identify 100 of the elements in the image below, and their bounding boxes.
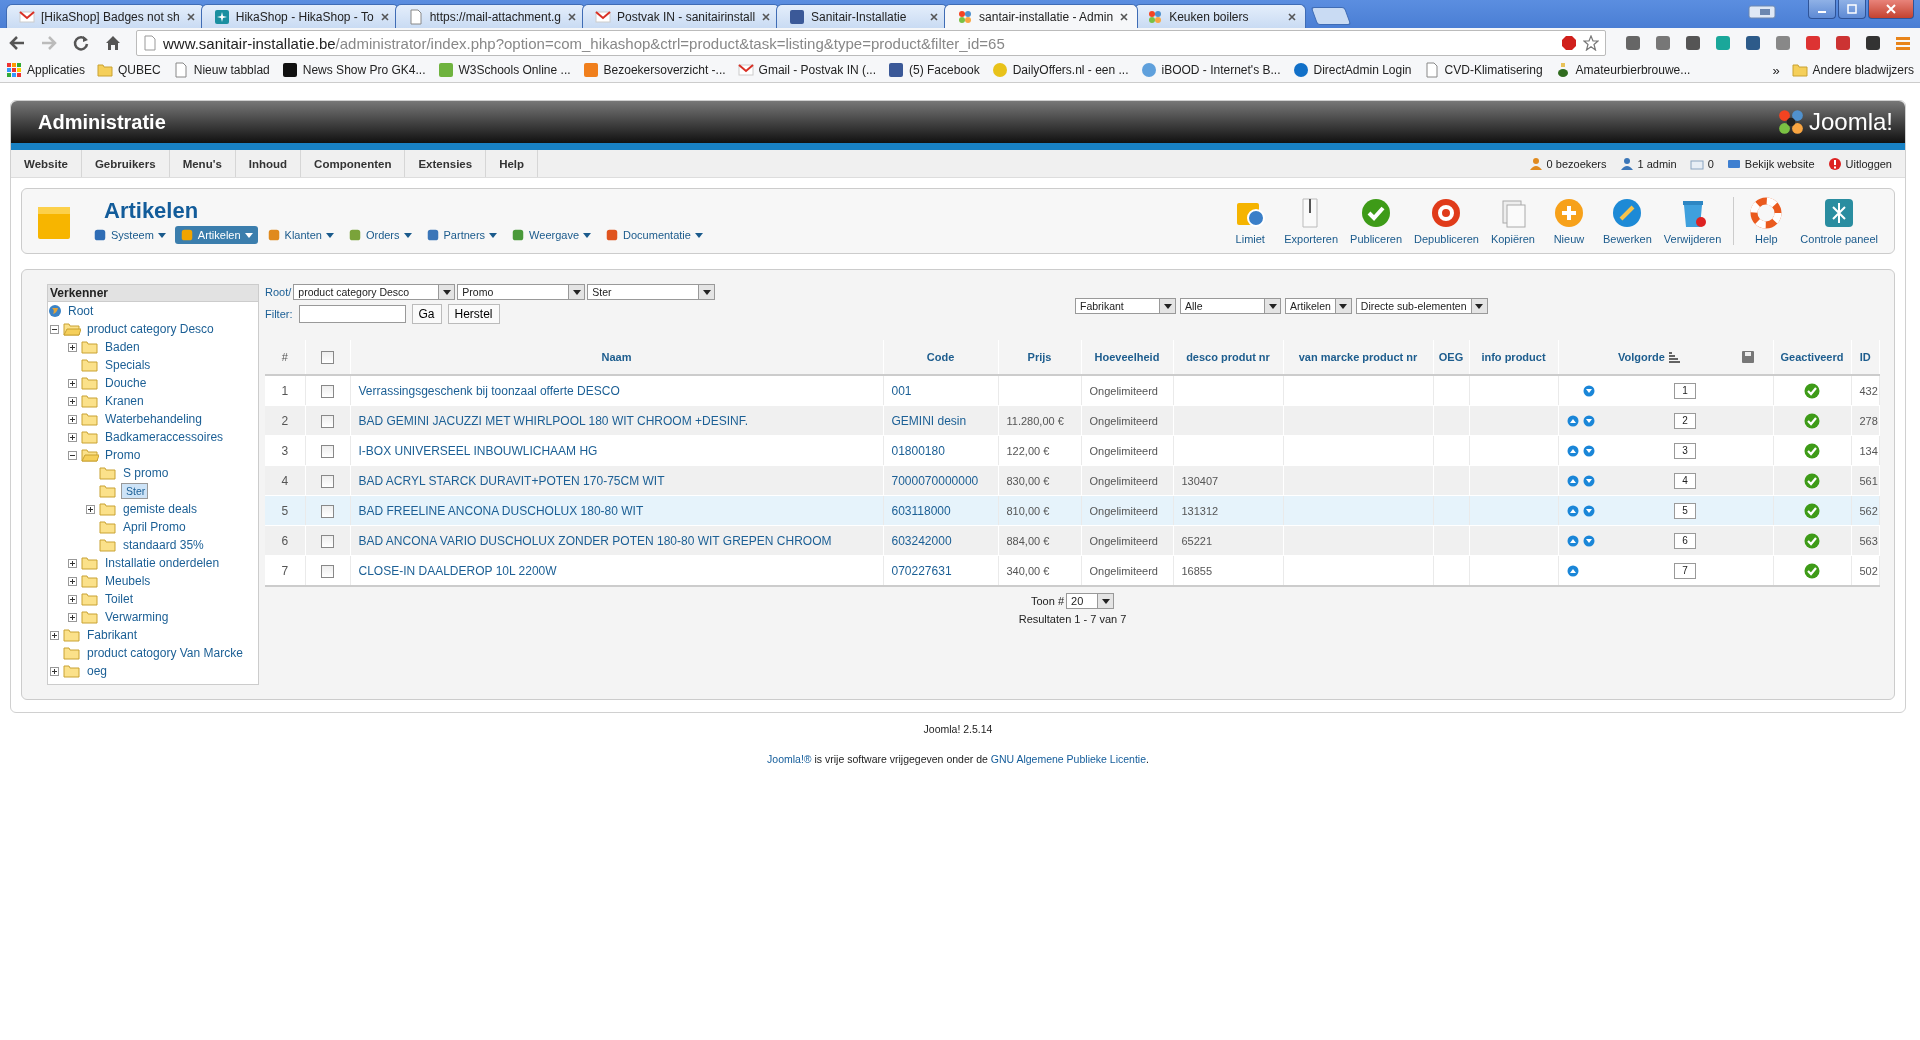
close-icon[interactable] — [185, 11, 196, 22]
toolbar-button[interactable]: Controle paneel — [1794, 197, 1884, 245]
move-down-icon[interactable] — [1582, 444, 1595, 457]
column-header[interactable]: OEG — [1433, 340, 1469, 375]
close-icon[interactable] — [1287, 11, 1298, 22]
row-checkbox[interactable] — [321, 414, 334, 428]
bookmark-link[interactable]: Applicaties — [6, 62, 86, 78]
tree-item[interactable]: Meubels — [103, 574, 153, 588]
tree-item[interactable]: Waterbehandeling — [103, 412, 204, 426]
status-link[interactable]: Bekijk website — [1726, 150, 1828, 177]
check-icon[interactable] — [1804, 532, 1820, 549]
tree-item[interactable]: product catogory Van Marcke — [85, 646, 245, 660]
check-icon[interactable] — [1804, 412, 1820, 429]
order-field[interactable]: 2 — [1674, 412, 1697, 429]
tree-item[interactable]: Ster — [121, 483, 149, 499]
stop-sign-icon[interactable] — [1561, 35, 1577, 51]
bookmark-link[interactable]: Nieuw tabblad — [172, 62, 270, 78]
toolbar-button[interactable]: Kopiëren — [1484, 197, 1541, 245]
column-header[interactable]: Code — [883, 340, 998, 375]
toolbar-button[interactable]: Help — [1738, 197, 1795, 245]
expand-icon[interactable] — [86, 504, 95, 514]
bookmark-link[interactable]: DirectAdmin Login — [1292, 62, 1412, 78]
toolbar-button[interactable]: Limiet — [1222, 197, 1279, 245]
product-link[interactable]: Verrassingsgeschenk bij toonzaal offerte DESCO — [358, 383, 620, 398]
column-header[interactable]: Hoeveelheid — [1081, 340, 1173, 375]
extension-icon[interactable] — [1624, 34, 1642, 52]
move-up-icon[interactable] — [1566, 414, 1579, 427]
expand-icon[interactable] — [68, 396, 77, 406]
tree-item[interactable]: Baden — [103, 340, 142, 354]
check-icon[interactable] — [1804, 382, 1820, 399]
close-button[interactable] — [1868, 0, 1914, 19]
tree-item[interactable]: Kranen — [103, 394, 146, 408]
tree-item[interactable]: Fabrikant — [85, 628, 140, 642]
check-icon[interactable] — [1804, 562, 1820, 579]
move-down-icon[interactable] — [1582, 414, 1595, 427]
row-checkbox[interactable] — [321, 534, 334, 548]
tree-item[interactable]: Douche — [103, 376, 149, 390]
filter-select[interactable]: Directe sub-elementen — [1355, 298, 1488, 314]
brand-link[interactable]: Joomla!® — [767, 753, 812, 765]
menu-item[interactable]: Componenten — [301, 150, 406, 177]
tree-item[interactable]: Specials — [103, 358, 153, 372]
category-select[interactable]: Promo — [457, 284, 586, 300]
collapse-icon[interactable] — [68, 450, 77, 460]
tree-item[interactable]: gemiste deals — [121, 502, 200, 516]
move-up-icon[interactable] — [1566, 534, 1579, 547]
toolbar-button[interactable]: Exporteren — [1278, 197, 1345, 245]
extension-icon[interactable] — [1744, 34, 1762, 52]
tree-item[interactable]: Badkameraccessoires — [103, 430, 226, 444]
move-down-icon[interactable] — [1582, 504, 1595, 517]
menu-item[interactable]: Extensies — [405, 150, 487, 177]
home-icon[interactable] — [104, 34, 122, 52]
status-link[interactable]: Uitloggen — [1827, 150, 1905, 177]
tree-item[interactable]: Promo — [103, 448, 143, 462]
menu-item[interactable]: Website — [11, 150, 82, 177]
address-field[interactable]: www.sanitair-installatie.be/administrator/index.php?option=com_hikashop&ctrl=product&task=listing&type=product&filter_id=65 — [136, 30, 1606, 56]
back-icon[interactable] — [8, 34, 26, 52]
expand-icon[interactable] — [68, 378, 77, 388]
toolbar-button[interactable]: Depubliceren — [1408, 197, 1485, 245]
reset-button[interactable]: Herstel — [447, 304, 500, 324]
move-down-icon[interactable] — [1582, 384, 1595, 397]
column-header[interactable]: Naam — [350, 340, 883, 375]
submenu-item[interactable]: Partners — [420, 226, 503, 244]
check-icon[interactable] — [1804, 472, 1820, 489]
column-header[interactable]: info product — [1469, 340, 1558, 375]
column-header[interactable]: desco produt nr — [1173, 340, 1283, 375]
category-select[interactable]: Ster — [587, 284, 716, 300]
browser-tab[interactable]: santair-installatie - Admin — [944, 4, 1139, 28]
bookmark-link[interactable]: Bezoekersoverzicht -... — [582, 62, 726, 78]
menu-item[interactable]: Menu's — [169, 150, 236, 177]
submenu-item[interactable]: Weergave — [506, 226, 597, 244]
bookmark-folder[interactable]: Andere bladwijzers — [1791, 62, 1914, 78]
filter-field[interactable] — [298, 305, 406, 323]
select-all-checkbox[interactable] — [321, 350, 334, 364]
menu-item[interactable]: Gebruikers — [81, 150, 170, 177]
expand-icon[interactable] — [68, 432, 77, 442]
bookmark-link[interactable]: Gmail - Postvak IN (... — [737, 62, 876, 78]
column-header[interactable]: Geactiveerd — [1773, 340, 1851, 375]
tree-item[interactable]: Installatie onderdelen — [103, 556, 222, 570]
extension-icon[interactable] — [1684, 34, 1702, 52]
tree-item[interactable]: April Promo — [121, 520, 188, 534]
close-icon[interactable] — [929, 11, 940, 22]
toolbar-button[interactable]: Bewerken — [1596, 197, 1658, 245]
expand-icon[interactable] — [50, 630, 59, 640]
bookmark-link[interactable]: W3Schools Online ... — [437, 62, 571, 78]
tree-item[interactable]: Verwarming — [103, 610, 171, 624]
bookmark-link[interactable]: QUBEC — [97, 62, 161, 78]
check-icon[interactable] — [1804, 502, 1820, 519]
menu-icon[interactable] — [1894, 34, 1912, 52]
move-down-icon[interactable] — [1582, 534, 1595, 547]
more-bookmarks-button[interactable]: » — [1772, 62, 1780, 78]
filter-select[interactable]: Fabrikant — [1075, 298, 1176, 314]
minimize-button[interactable] — [1808, 0, 1836, 19]
expand-icon[interactable] — [68, 414, 77, 424]
tree-item[interactable]: S promo — [121, 466, 171, 480]
close-icon[interactable] — [379, 11, 390, 22]
submenu-item[interactable]: Systeem — [88, 226, 171, 244]
expand-icon[interactable] — [68, 594, 77, 604]
product-link[interactable]: CLOSE-IN DAALDEROP 10L 2200W — [358, 563, 557, 578]
expand-icon[interactable] — [68, 558, 77, 568]
close-icon[interactable] — [1119, 11, 1130, 22]
